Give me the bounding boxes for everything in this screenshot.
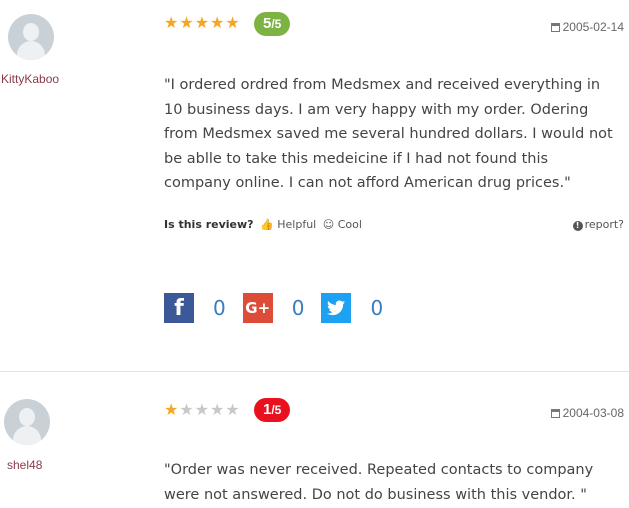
review-feedback: Is this review? 👍 Helpful ☺ Cool [164, 218, 362, 231]
review-date: 2004-03-08 [550, 406, 624, 420]
star-rating: ★★★★★ [164, 402, 241, 419]
star-rating: ★★★★★ [164, 15, 241, 32]
info-icon: ! [572, 221, 583, 231]
facebook-share-count: 0 [213, 296, 226, 320]
smile-icon: ☺ [322, 218, 335, 231]
facebook-share-button[interactable]: f [164, 293, 194, 323]
googleplus-share-count: 0 [291, 296, 305, 320]
twitter-share-count: 0 [370, 296, 384, 320]
review-item: shel48 ★★★★★ 1/5 2004-03-08 "Order was n… [0, 372, 629, 508]
share-bar: f 0 G+ 0 0 [164, 293, 400, 323]
review-text: "Order was never received. Repeated cont… [164, 462, 594, 503]
review-username[interactable]: shel48 [7, 458, 42, 472]
review-text: "I ordered ordred from Medsmex and recei… [164, 77, 613, 191]
avatar[interactable] [8, 14, 54, 60]
is-review-label: Is this review? [164, 218, 254, 231]
rating-badge: 5/5 [254, 12, 291, 36]
rating-badge: 1/5 [254, 398, 291, 422]
helpful-button[interactable]: 👍 Helpful [260, 218, 320, 231]
review-username[interactable]: KittyKaboo [1, 72, 59, 86]
twitter-bird-icon [327, 300, 346, 316]
avatar[interactable] [4, 399, 50, 445]
googleplus-share-button[interactable]: G+ [242, 293, 273, 323]
calendar-icon [550, 23, 560, 32]
twitter-share-button[interactable] [321, 293, 352, 323]
thumbs-up-icon: 👍 [260, 218, 274, 231]
review-item: KittyKaboo ★★★★★ 5/5 2005-02-14 "I order… [0, 0, 629, 372]
cool-button[interactable]: ☺ Cool [323, 218, 362, 231]
calendar-icon [550, 409, 560, 418]
report-link[interactable]: ! report? [572, 218, 624, 231]
review-date: 2005-02-14 [550, 20, 624, 34]
